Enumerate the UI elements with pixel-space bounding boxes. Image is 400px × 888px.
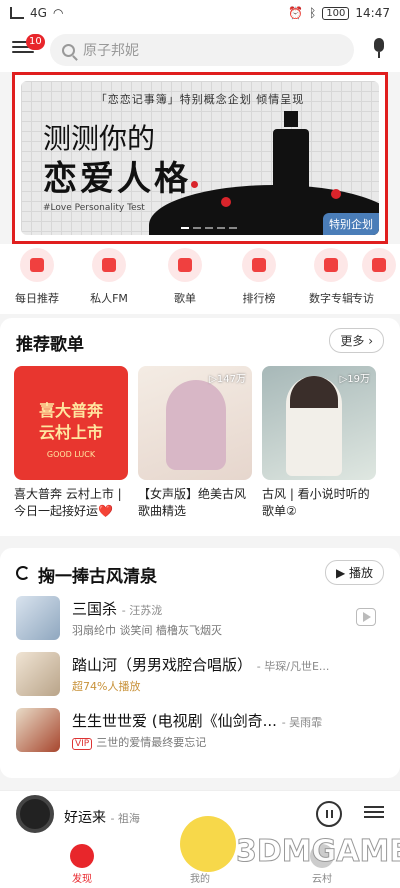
- song-title: 三国杀: [72, 600, 118, 618]
- microphone-icon[interactable]: [372, 38, 386, 60]
- quick-nav-label: 专访: [352, 292, 374, 305]
- song-title-line: 三国杀 - 汪苏泷: [72, 598, 162, 619]
- quick-nav-fm[interactable]: 私人FM: [74, 248, 144, 306]
- cover-text: 喜大普奔 云村上市: [38, 401, 103, 442]
- banner-top-text: 「恋恋记事簿」特别概念企划 倾情呈现: [95, 93, 305, 106]
- search-input[interactable]: 原子邦妮: [50, 34, 354, 66]
- radio-icon: [92, 248, 126, 282]
- quick-nav-daily[interactable]: 每日推荐: [2, 248, 72, 306]
- cover-sub: GOOD LUCK: [46, 450, 96, 459]
- song-title: 踏山河（男男戏腔合唱版）: [72, 656, 253, 674]
- quick-nav-label: 排行榜: [242, 292, 276, 305]
- quick-nav-charts[interactable]: 排行榜: [224, 248, 294, 306]
- banner-figure-graphic: [266, 111, 316, 211]
- notification-badge: 10: [26, 34, 45, 50]
- song-thumbnail: [16, 708, 60, 752]
- tab-label: 发现: [72, 874, 92, 885]
- now-playing-artist: - 祖海: [110, 812, 140, 825]
- song-row[interactable]: 踏山河（男男戏腔合唱版） - 毕琛/凡世E... 超74%人播放: [16, 652, 386, 702]
- song-artist: - 吴雨霏: [281, 716, 323, 729]
- alarm-icon: ⏰: [288, 6, 304, 20]
- flower-graphic: [221, 197, 231, 207]
- quick-nav-playlist[interactable]: 歌单: [150, 248, 220, 306]
- song-list-section: 掬一捧古风清泉 ▶ 播放 三国杀 - 汪苏泷 羽扇纶巾 谈笑间 樯橹灰飞烟灭 踏…: [0, 548, 400, 778]
- chart-icon: [242, 248, 276, 282]
- watermark-text: 3DMGAME: [236, 834, 400, 870]
- playlist-cover: 喜大普奔 云村上市 GOOD LUCK: [14, 366, 128, 480]
- network-label: 4G: [30, 6, 47, 20]
- song-thumbnail: [16, 596, 60, 640]
- status-bar: 4G ◠ ⏰ ᛒ 100 14:47: [0, 0, 400, 28]
- song-subtitle-line: VIP 三世的爱情最终要忘记: [72, 734, 206, 750]
- banner-tag: 特别企划: [323, 213, 379, 235]
- song-artist: - 汪苏泷: [121, 604, 163, 617]
- flower-graphic: [191, 181, 198, 188]
- play-count: ▷147万: [209, 374, 246, 385]
- song-thumbnail: [16, 652, 60, 696]
- play-all-button[interactable]: ▶ 播放: [324, 560, 384, 585]
- refresh-icon[interactable]: [16, 566, 30, 580]
- clock: 14:47: [355, 6, 390, 20]
- play-count: ▷19万: [339, 374, 370, 385]
- battery-icon: 100: [322, 6, 350, 20]
- playlist-card[interactable]: ▷147万 【女声版】绝美古风歌曲精选: [138, 366, 252, 520]
- song-subtitle: 超74%人播放: [72, 680, 141, 693]
- banner-subtitle: #Love Personality Test: [43, 203, 145, 213]
- quick-nav: 每日推荐 私人FM 歌单 排行榜 数字专辑 专访: [0, 244, 400, 314]
- quick-nav-label: 每日推荐: [15, 292, 59, 305]
- now-playing: 好运来 - 祖海: [64, 807, 140, 827]
- playlist-card[interactable]: 喜大普奔 云村上市 GOOD LUCK 喜大普奔 云村上市 | 今日一起接好运❤️: [14, 366, 128, 520]
- section-title: 推荐歌单: [16, 335, 84, 355]
- cover-illustration: [166, 380, 226, 470]
- song-subtitle: 三世的爱情最终要忘记: [96, 736, 207, 749]
- wifi-icon: ◠: [52, 6, 64, 20]
- flower-graphic: [331, 189, 341, 199]
- bluetooth-icon: ᛒ: [309, 6, 317, 20]
- mic-icon: [362, 248, 396, 282]
- search-icon: [62, 43, 75, 57]
- playlist-cover: ▷147万: [138, 366, 252, 480]
- banner-highlight-frame: 「恋恋记事簿」特别概念企划 倾情呈现 测测你的 恋爱人格 #Love Perso…: [12, 72, 388, 244]
- playlist-card[interactable]: ▷19万 古风 | 看小说时听的歌单②: [262, 366, 376, 520]
- promo-banner[interactable]: 「恋恋记事簿」特别概念企划 倾情呈现 测测你的 恋爱人格 #Love Perso…: [21, 81, 379, 235]
- playlist-cover: ▷19万: [262, 366, 376, 480]
- quick-nav-label: 歌单: [174, 292, 196, 305]
- vip-badge: VIP: [72, 738, 93, 750]
- now-playing-title: 好运来: [64, 810, 106, 826]
- song-row[interactable]: 三国杀 - 汪苏泷 羽扇纶巾 谈笑间 樯橹灰飞烟灭: [16, 596, 386, 646]
- playlist-name: 古风 | 看小说时听的歌单②: [262, 487, 370, 518]
- calendar-icon: [20, 248, 54, 282]
- playlist-name: 喜大普奔 云村上市 | 今日一起接好运❤️: [14, 487, 122, 518]
- signal-icon: [10, 7, 24, 19]
- site-watermark: 3DMGAME: [180, 810, 400, 880]
- recommended-playlists: 推荐歌单 更多 › 喜大普奔 云村上市 GOOD LUCK 喜大普奔 云村上市 |…: [0, 318, 400, 536]
- album-disc-icon: [16, 795, 54, 833]
- tab-discover[interactable]: 发现: [42, 844, 122, 885]
- top-header: 10 原子邦妮: [0, 28, 400, 72]
- song-row[interactable]: 生生世世爱 (电视剧《仙剑奇... - 吴雨霏 VIP 三世的爱情最终要忘记: [16, 708, 386, 758]
- banner-title-line2: 恋爱人格: [43, 159, 191, 199]
- playlist-icon: [168, 248, 202, 282]
- song-title-line: 踏山河（男男戏腔合唱版） - 毕琛/凡世E...: [72, 654, 329, 675]
- playlist-name: 【女声版】绝美古风歌曲精选: [138, 487, 247, 518]
- discover-icon: [70, 844, 94, 868]
- banner-pager: [181, 227, 237, 229]
- more-button[interactable]: 更多 ›: [329, 328, 384, 353]
- song-title: 生生世世爱 (电视剧《仙剑奇...: [72, 712, 277, 730]
- search-placeholder: 原子邦妮: [83, 43, 139, 59]
- song-title-line: 生生世世爱 (电视剧《仙剑奇... - 吴雨霏: [72, 710, 322, 731]
- mascot-icon: [180, 816, 236, 872]
- more-label: 更多: [340, 334, 365, 348]
- section-title: 掬一捧古风清泉: [38, 567, 157, 587]
- album-icon: [314, 248, 348, 282]
- song-subtitle: 羽扇纶巾 谈笑间 樯橹灰飞烟灭: [72, 624, 222, 637]
- song-artist: - 毕琛/凡世E...: [256, 660, 330, 673]
- mv-play-icon[interactable]: [356, 608, 376, 626]
- quick-nav-interview[interactable]: 专访: [352, 248, 400, 306]
- quick-nav-label: 私人FM: [90, 292, 128, 305]
